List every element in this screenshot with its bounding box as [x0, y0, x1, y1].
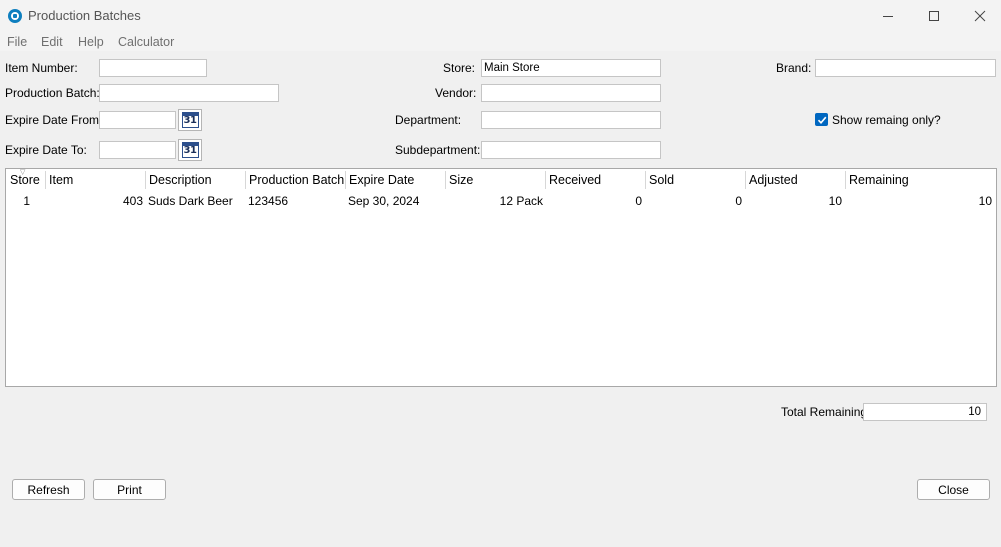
maximize-button[interactable] [911, 0, 957, 31]
expire-date-from-input[interactable] [99, 111, 176, 129]
menu-help[interactable]: Help [78, 35, 104, 49]
show-remaining-checkbox[interactable] [815, 113, 828, 126]
column-header-production-batch[interactable]: Production Batch [245, 169, 345, 191]
cell-remaining: 10 [978, 194, 992, 208]
cell-store: 1 [23, 194, 30, 208]
vendor-label: Vendor: [435, 86, 477, 100]
brand-input[interactable] [815, 59, 996, 77]
item-number-label: Item Number: [5, 61, 78, 75]
show-remaining-label[interactable]: Show remaing only? [832, 113, 941, 127]
minimize-button[interactable] [865, 0, 911, 31]
cell-item: 403 [122, 194, 143, 208]
column-header-received[interactable]: Received [545, 169, 645, 191]
item-number-input[interactable] [99, 59, 207, 77]
vendor-input[interactable] [481, 84, 661, 102]
title-bar [0, 0, 1001, 31]
minimize-icon [883, 15, 893, 17]
total-remaining-value: 10 [863, 403, 987, 421]
total-remaining-label: Total Remaining: [781, 405, 871, 419]
store-label: Store: [443, 61, 476, 75]
column-header-description[interactable]: Description [145, 169, 245, 191]
calendar-icon: 31 [181, 112, 199, 128]
cell-size: 12 Pack [499, 194, 543, 208]
column-header-adjusted[interactable]: Adjusted [745, 169, 845, 191]
column-header-expire-date[interactable]: Expire Date [345, 169, 445, 191]
table-row[interactable]: 1 403 Suds Dark Beer 123456 Sep 30, 2024… [6, 192, 996, 210]
production-batch-input[interactable] [99, 84, 279, 102]
expire-from-calendar-button[interactable]: 31 [178, 109, 202, 131]
subdepartment-input[interactable] [481, 141, 661, 159]
cell-sold: 0 [735, 194, 742, 208]
cell-production-batch: 123456 [248, 194, 289, 208]
column-header-store[interactable]: Store [6, 169, 46, 191]
expire-date-to-label: Expire Date To: [5, 143, 87, 157]
close-icon [974, 10, 986, 21]
subdepartment-label: Subdepartment: [395, 143, 481, 157]
expire-date-to-input[interactable] [99, 141, 176, 159]
menu-calculator[interactable]: Calculator [118, 35, 174, 49]
column-header-size[interactable]: Size [445, 169, 545, 191]
cell-expire-date: Sep 30, 2024 [348, 194, 420, 208]
checkmark-icon [817, 116, 826, 124]
maximize-icon [929, 10, 939, 21]
print-button[interactable]: Print [93, 479, 166, 500]
column-header-remaining[interactable]: Remaining [845, 169, 995, 191]
cell-adjusted: 10 [828, 194, 842, 208]
production-batch-label: Production Batch: [5, 86, 100, 100]
store-input[interactable]: Main Store [481, 59, 661, 77]
refresh-button[interactable]: Refresh [12, 479, 85, 500]
app-icon [8, 9, 22, 23]
menu-file[interactable]: File [7, 35, 27, 49]
cell-description: Suds Dark Beer [148, 194, 233, 208]
expire-date-from-label: Expire Date From: [5, 113, 103, 127]
brand-label: Brand: [776, 61, 812, 75]
close-window-button[interactable] [957, 0, 1001, 31]
cell-received: 0 [635, 194, 642, 208]
menu-edit[interactable]: Edit [41, 35, 63, 49]
calendar-icon: 31 [181, 142, 199, 158]
department-label: Department: [395, 113, 462, 127]
department-input[interactable] [481, 111, 661, 129]
expire-to-calendar-button[interactable]: 31 [178, 139, 202, 161]
batches-table[interactable]: ▽ Store Item Description Production Batc… [5, 168, 997, 387]
column-header-sold[interactable]: Sold [645, 169, 745, 191]
column-header-item[interactable]: Item [45, 169, 145, 191]
close-button[interactable]: Close [917, 479, 990, 500]
window-title: Production Batches [28, 8, 141, 23]
